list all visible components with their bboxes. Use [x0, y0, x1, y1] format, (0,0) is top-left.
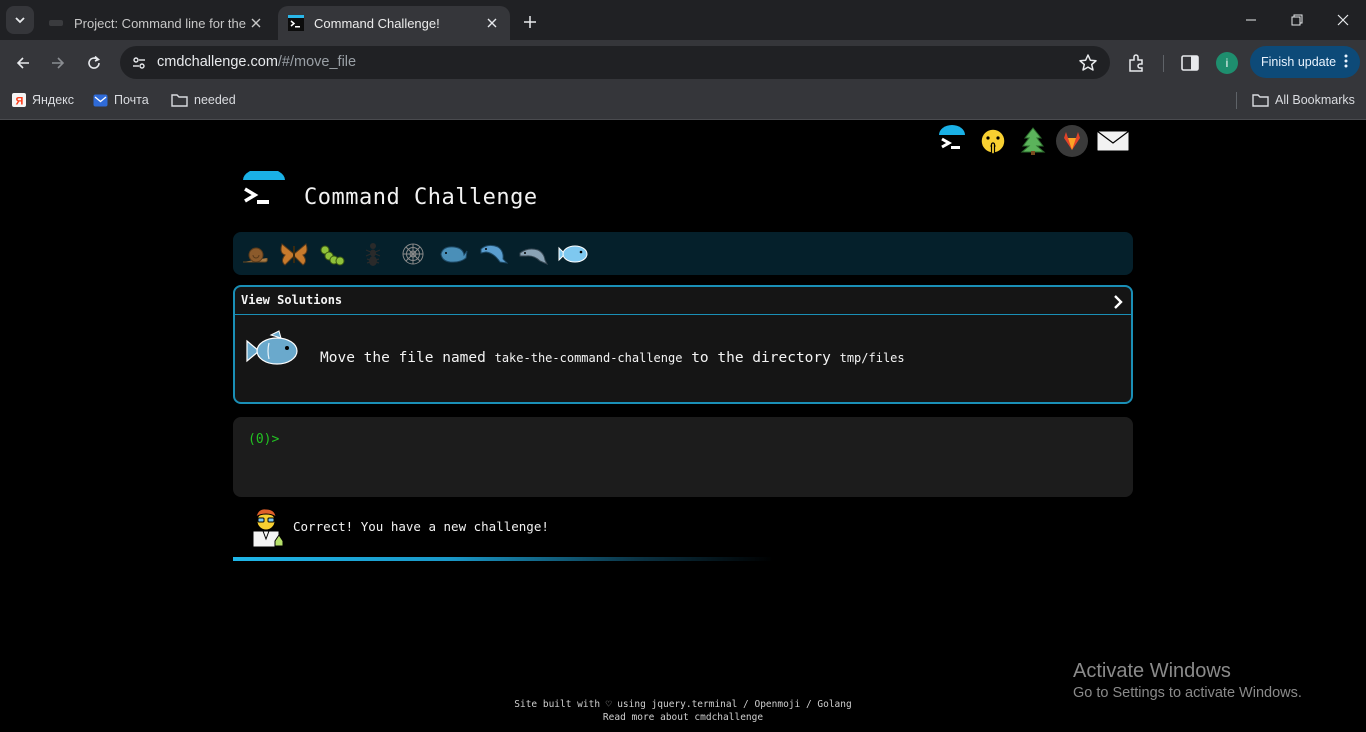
tab-search-button[interactable] [6, 6, 34, 34]
terminal-favicon-icon [288, 15, 304, 31]
chevron-down-icon [15, 17, 25, 24]
tab-strip: Project: Command line for the w Command … [0, 0, 1366, 40]
folder-icon [1252, 94, 1269, 107]
yandex-icon: Я [12, 93, 26, 107]
challenge-panel: View Solutions Move the file named take-… [233, 285, 1133, 404]
arrow-left-icon [16, 57, 29, 69]
side-panel-icon[interactable] [1180, 53, 1200, 73]
shushing-face-icon[interactable] [976, 124, 1010, 158]
extensions-icon[interactable] [1126, 52, 1148, 74]
bookmarks-divider [1236, 92, 1237, 109]
restore-button[interactable] [1274, 0, 1320, 40]
level-whale-icon[interactable] [437, 238, 469, 270]
bookmark-label: needed [194, 93, 236, 107]
close-window-button[interactable] [1320, 0, 1366, 40]
folder-icon [171, 94, 188, 107]
all-bookmarks-label: All Bookmarks [1275, 93, 1355, 107]
close-tab-icon[interactable] [484, 15, 500, 31]
tab-project[interactable]: Project: Command line for the w [38, 6, 274, 40]
gitlab-icon[interactable] [1055, 124, 1089, 158]
tab-title: Command Challenge! [314, 15, 440, 31]
chevron-right-icon [1114, 295, 1123, 309]
more-vert-icon [1344, 54, 1348, 68]
new-tab-button[interactable] [518, 10, 542, 34]
bookmarks-bar: Я Яндекс Почта needed All Bookmarks [0, 86, 1366, 120]
svg-text:Я: Я [16, 96, 24, 108]
challenge-description: Move the file named take-the-command-cha… [320, 350, 905, 366]
level-ant-icon[interactable] [357, 238, 389, 270]
page-favicon-icon [49, 20, 63, 26]
plus-icon [524, 16, 536, 28]
view-solutions-toggle[interactable]: View Solutions [235, 287, 1131, 315]
challenge-text-middle: to the directory [691, 350, 831, 366]
progress-bar [233, 557, 773, 561]
address-bar[interactable]: cmdchallenge.com/#/move_file [120, 46, 1110, 79]
challenge-text-before: Move the file named [320, 350, 486, 366]
level-caterpillar-icon[interactable] [317, 238, 349, 270]
url-text[interactable]: cmdchallenge.com/#/move_file [157, 54, 356, 70]
tab-title: Project: Command line for the w [74, 15, 248, 31]
site-logo-icon [243, 171, 285, 204]
mail-icon [93, 94, 108, 106]
profile-avatar[interactable]: i [1216, 52, 1238, 74]
level-spider-web-icon[interactable] [397, 238, 429, 270]
finish-update-button[interactable]: Finish update [1250, 46, 1360, 78]
envelope-icon[interactable] [1096, 124, 1130, 158]
bookmark-yandex[interactable]: Я Яндекс [12, 86, 74, 114]
activate-windows-subtitle: Go to Settings to activate Windows. [1073, 685, 1302, 701]
bookmark-pochta[interactable]: Почта [93, 86, 149, 114]
bookmark-folder-needed[interactable]: needed [171, 86, 236, 114]
finish-update-label: Finish update [1261, 55, 1337, 69]
cmdchallenge-icon[interactable] [935, 124, 969, 158]
url-path: /#/move_file [277, 54, 357, 70]
level-snail-icon[interactable] [239, 238, 271, 270]
activate-windows-title: Activate Windows [1073, 660, 1231, 682]
challenge-directory: tmp/files [839, 351, 905, 365]
page-title: Command Challenge [304, 185, 538, 210]
scientist-icon [252, 508, 284, 547]
forward-button[interactable] [43, 48, 73, 78]
level-fish-icon[interactable] [557, 238, 589, 270]
terminal-prompt: (0)> [248, 429, 287, 447]
page-content: Command Challenge View Solutions Move th… [0, 121, 1366, 732]
level-dolphin-icon[interactable] [517, 238, 549, 270]
level-butterfly-icon[interactable] [278, 238, 310, 270]
prompt-text: (0)> [248, 432, 280, 447]
minimize-icon [1246, 19, 1256, 21]
terminal-cursor [279, 429, 287, 443]
tab-command-challenge[interactable]: Command Challenge! [278, 6, 510, 40]
bookmark-label: Почта [114, 93, 149, 107]
toolbar-divider [1163, 55, 1164, 72]
level-dolphin-icon[interactable] [477, 238, 509, 270]
footer-read-more-link[interactable]: Read more about cmdchallenge [0, 712, 1366, 723]
browser-toolbar: cmdchallenge.com/#/move_file i Finish up… [0, 40, 1366, 86]
tree-icon[interactable] [1016, 124, 1050, 158]
site-info-icon[interactable] [126, 50, 152, 76]
all-bookmarks-button[interactable]: All Bookmarks [1252, 86, 1355, 114]
bookmark-star-icon[interactable] [1078, 53, 1098, 73]
restore-icon [1291, 14, 1303, 26]
status-message: Correct! You have a new challenge! [293, 519, 549, 534]
challenge-filename: take-the-command-challenge [494, 351, 683, 365]
back-button[interactable] [8, 48, 38, 78]
arrow-right-icon [52, 57, 65, 69]
close-icon [1337, 14, 1349, 26]
fish-icon [246, 330, 298, 365]
terminal-input[interactable]: (0)> [233, 417, 1133, 497]
bookmark-label: Яндекс [32, 93, 75, 107]
minimize-button[interactable] [1228, 0, 1274, 40]
view-solutions-label: View Solutions [241, 293, 343, 307]
reload-button[interactable] [79, 48, 109, 78]
level-selector [233, 232, 1133, 275]
url-host: cmdchallenge.com [157, 54, 278, 70]
reload-icon [88, 55, 100, 69]
close-tab-icon[interactable] [248, 15, 264, 31]
